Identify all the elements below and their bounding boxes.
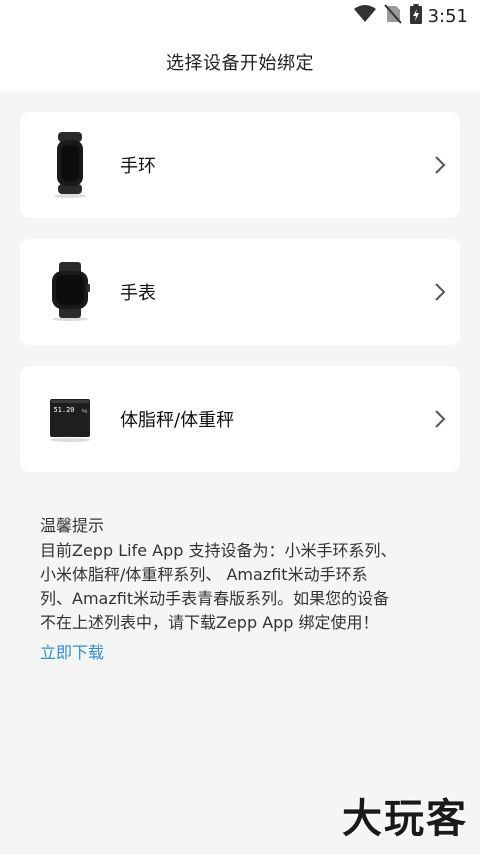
watch-icon (20, 239, 120, 345)
page-title: 选择设备开始绑定 (166, 53, 314, 74)
wifi-icon (353, 5, 376, 27)
device-label-band: 手环 (120, 156, 156, 177)
tips-title: 温馨提示 (40, 516, 105, 535)
status-bar: 3:51 (0, 0, 480, 32)
chevron-right-icon (420, 408, 460, 430)
title-bar: 选择设备开始绑定 (0, 32, 480, 92)
watermark: 大玩客 (342, 796, 468, 842)
battery-charging-icon (409, 4, 422, 28)
svg-text:kg: kg (82, 408, 87, 413)
no-sim-icon (383, 4, 402, 28)
chevron-right-icon (420, 154, 460, 176)
scale-icon: 51.20 kg (20, 366, 120, 472)
download-link[interactable]: 立即下载 (40, 641, 104, 665)
device-label-watch: 手表 (120, 283, 156, 304)
device-label-scale: 体脂秤/体重秤 (120, 410, 235, 431)
device-card-watch[interactable]: 手表 (20, 239, 460, 345)
tips-body: 目前Zepp Life App 支持设备为：小米手环系列、 小米体脂秤/体重秤系… (40, 539, 450, 635)
device-card-band[interactable]: 手环 (20, 112, 460, 218)
chevron-right-icon (420, 281, 460, 303)
band-icon (20, 112, 120, 218)
tips-line: 小米体脂秤/体重秤系列、 Amazfit米动手环系 (40, 565, 368, 584)
status-time: 3:51 (427, 5, 468, 27)
tips-section: 温馨提示 目前Zepp Life App 支持设备为：小米手环系列、 小米体脂秤… (40, 512, 450, 665)
tips-line: 列、Amazfit米动手表青春版系列。如果您的设备 (40, 589, 390, 608)
status-icons (353, 4, 422, 28)
scale-reading: 51.20 (53, 406, 74, 414)
tips-line: 目前Zepp Life App 支持设备为：小米手环系列、 (40, 541, 397, 560)
tips-line: 不在上述列表中，请下载Zepp App 绑定使用！ (40, 613, 379, 632)
device-card-scale[interactable]: 51.20 kg 体脂秤/体重秤 (20, 366, 460, 472)
